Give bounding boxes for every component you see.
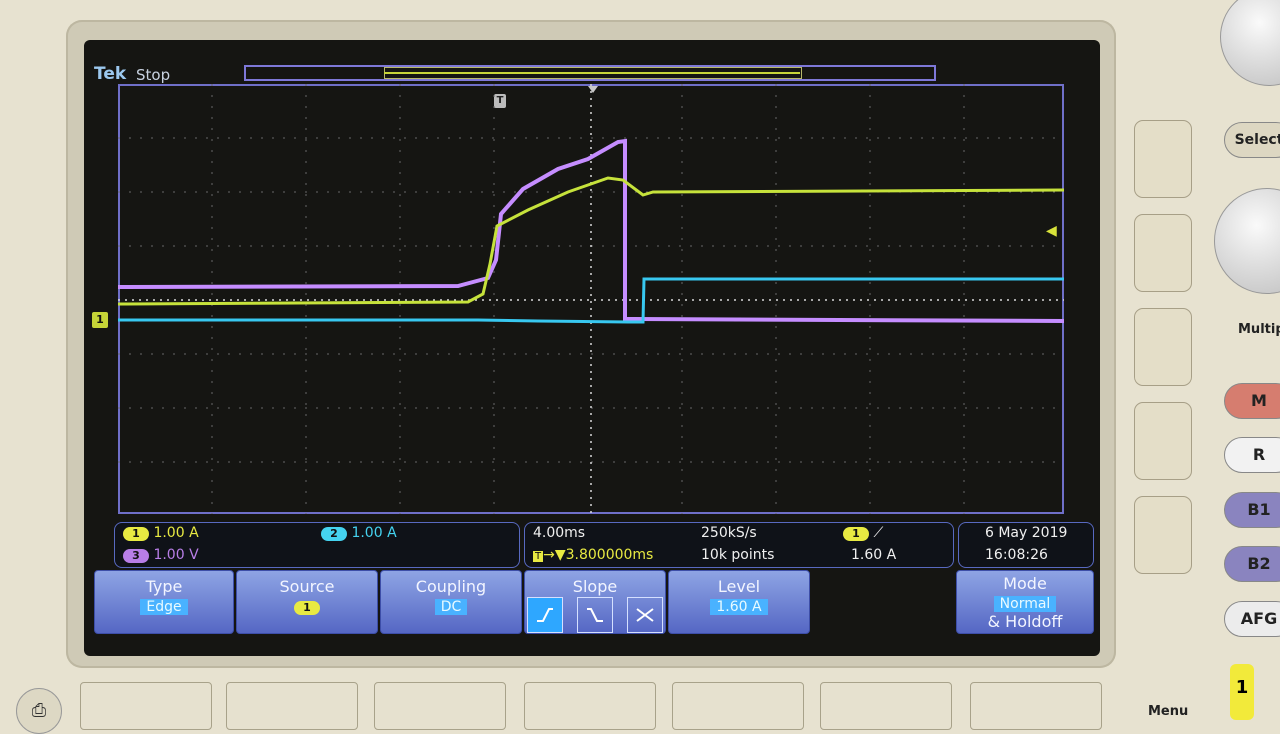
side-button-3[interactable] [1134, 308, 1192, 386]
mode-label: Mode [1003, 574, 1047, 593]
timebase: 4.00ms [533, 525, 586, 541]
time: 16:08:26 [985, 547, 1048, 563]
bottom-button-5[interactable] [672, 682, 804, 730]
bottom-button-2[interactable] [226, 682, 358, 730]
channel-1-ground-marker: 1 [92, 312, 108, 328]
trigger-level-arrow-icon: ◀ [1046, 223, 1057, 239]
oscilloscope-screen: Tek Stop T 1 ◀ 1 1.00 A 2 1.00 A 3 1.00 … [84, 40, 1100, 656]
trigger-level-readout: 1.60 A [851, 547, 897, 563]
print-icon[interactable]: ⎙ [16, 688, 62, 734]
slope-label: Slope [572, 577, 618, 596]
record-length: 10k points [701, 547, 775, 563]
multipurpose-knob[interactable] [1214, 188, 1280, 294]
sample-rate: 250kS/s [701, 525, 757, 541]
bottom-button-6[interactable] [820, 682, 952, 730]
coupling-menu-button[interactable]: Coupling DC [380, 570, 522, 634]
menu-label: Menu [1148, 704, 1189, 719]
slope-menu-button[interactable]: Slope [524, 570, 666, 634]
select-button[interactable]: Select [1224, 122, 1280, 158]
vertical-status-panel: 1 1.00 A 2 1.00 A 3 1.00 V [114, 522, 520, 568]
type-label: Type [145, 577, 183, 596]
bottom-button-4[interactable] [524, 682, 656, 730]
datetime-status-panel: 6 May 2019 16:08:26 [958, 522, 1094, 568]
source-label: Source [279, 577, 335, 596]
bottom-button-3[interactable] [374, 682, 506, 730]
date: 6 May 2019 [985, 525, 1068, 541]
side-button-4[interactable] [1134, 402, 1192, 480]
channel-1-indicator[interactable]: 1 [123, 527, 149, 541]
horizontal-status-panel: 4.00ms 250kS/s 1 ⟋ T →▼3.800000ms 10k poi… [524, 522, 954, 568]
bottom-button-7[interactable] [970, 682, 1102, 730]
b1-button[interactable]: B1 [1224, 492, 1280, 528]
b2-button[interactable]: B2 [1224, 546, 1280, 582]
side-button-1[interactable] [1134, 120, 1192, 198]
holdoff-label: & Holdoff [987, 612, 1063, 631]
channel-1-scale: 1.00 A [153, 525, 199, 541]
channel-3-indicator[interactable]: 3 [123, 549, 149, 563]
coupling-value: DC [434, 599, 468, 615]
rising-slope-option[interactable] [527, 597, 563, 633]
brand-logo: Tek [94, 64, 127, 84]
record-view-trace [384, 72, 800, 74]
channel-2-scale: 1.00 A [351, 525, 397, 541]
channel-3-scale: 1.00 V [153, 547, 199, 563]
trigger-channel-indicator: 1 [843, 527, 869, 541]
either-slope-option[interactable] [627, 597, 663, 633]
mode-menu-button[interactable]: Mode Normal & Holdoff [956, 570, 1094, 634]
level-menu-button[interactable]: Level 1.60 A [668, 570, 810, 634]
rising-edge-icon: ⟋ [873, 525, 884, 541]
coupling-label: Coupling [415, 577, 487, 596]
upper-knob[interactable] [1220, 0, 1280, 86]
channel-1-button[interactable]: 1 [1230, 664, 1254, 720]
delay-icon: T [533, 551, 544, 562]
side-button-2[interactable] [1134, 214, 1192, 292]
afg-button[interactable]: AFG [1224, 601, 1280, 637]
source-value: 1 [294, 601, 320, 615]
acquisition-state: Stop [136, 66, 171, 84]
m-button[interactable]: M [1224, 383, 1280, 419]
type-value: Edge [140, 599, 188, 615]
type-menu-button[interactable]: Type Edge [94, 570, 234, 634]
mode-value: Normal [993, 596, 1057, 612]
waveform-graticule [118, 84, 1064, 514]
r-button[interactable]: R [1224, 437, 1280, 473]
level-label: Level [717, 577, 761, 596]
level-value: 1.60 A [710, 599, 768, 615]
channel-2-indicator[interactable]: 2 [321, 527, 347, 541]
side-button-5[interactable] [1134, 496, 1192, 574]
multipurpose-label: Multip [1238, 322, 1280, 337]
bottom-button-1[interactable] [80, 682, 212, 730]
trigger-delay: T →▼3.800000ms [533, 547, 654, 563]
source-menu-button[interactable]: Source 1 [236, 570, 378, 634]
falling-slope-option[interactable] [577, 597, 613, 633]
